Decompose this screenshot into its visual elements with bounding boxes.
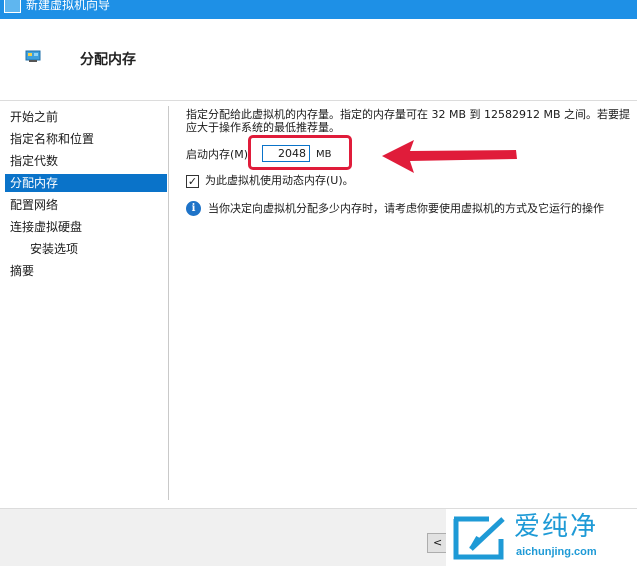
memory-description: 指定分配给此虚拟机的内存量。指定的内存量可在 32 MB 到 12582912 … <box>186 108 637 134</box>
description-line-1: 指定分配给此虚拟机的内存量。指定的内存量可在 32 MB 到 12582912 … <box>186 108 631 121</box>
info-icon: i <box>186 201 201 216</box>
wizard-steps-nav: 开始之前 指定名称和位置 指定代数 分配内存 配置网络 连接虚拟硬盘 安装选项 … <box>0 101 169 502</box>
window-title: 新建虚拟机向导 <box>26 0 111 12</box>
page-title: 分配内存 <box>80 52 136 68</box>
watermark-logo-icon <box>453 516 505 560</box>
nav-item-assign-memory[interactable]: 分配内存 <box>5 174 167 192</box>
window-app-icon <box>4 0 21 13</box>
description-line-2: 应大于操作系统的最低推荐量。 <box>186 121 340 134</box>
nav-item-summary[interactable]: 摘要 <box>5 262 167 280</box>
nav-item-install-options[interactable]: 安装选项 <box>5 240 167 258</box>
watermark: 爱纯净 aichunjing.com <box>446 509 637 566</box>
dynamic-memory-checkbox[interactable]: ✓ <box>186 175 199 188</box>
watermark-title: 爱纯净 <box>514 512 599 542</box>
nav-item-configure-network[interactable]: 配置网络 <box>5 196 167 214</box>
watermark-url: aichunjing.com <box>516 546 597 558</box>
nav-item-connect-vhd[interactable]: 连接虚拟硬盘 <box>5 218 167 236</box>
nav-divider <box>168 106 169 500</box>
wizard-header: 分配内存 <box>0 19 637 100</box>
nav-item-name-location[interactable]: 指定名称和位置 <box>5 130 167 148</box>
memory-chip-icon <box>25 50 41 62</box>
nav-item-generation[interactable]: 指定代数 <box>5 152 167 170</box>
nav-item-before-you-begin[interactable]: 开始之前 <box>5 108 167 126</box>
startup-memory-label: 启动内存(M): <box>186 148 252 161</box>
highlight-annotation-box <box>248 135 352 170</box>
info-text: 当你决定向虚拟机分配多少内存时，请考虑你要使用虚拟机的方式及它运行的操作 <box>208 202 604 215</box>
red-arrow-annotation <box>382 140 517 173</box>
window-titlebar: 新建虚拟机向导 <box>0 0 637 19</box>
dynamic-memory-label[interactable]: 为此虚拟机使用动态内存(U)。 <box>205 174 354 188</box>
